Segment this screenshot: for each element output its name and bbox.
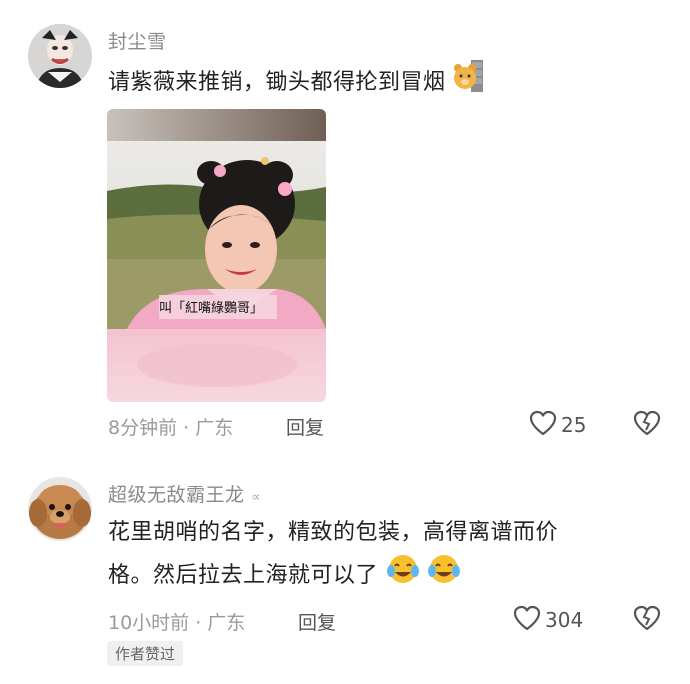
comment-text-content: 格。然后拉去上海就可以了 xyxy=(108,563,379,588)
dislike-button[interactable] xyxy=(633,410,661,440)
avatar[interactable] xyxy=(28,24,92,88)
like-button[interactable]: 304 xyxy=(513,605,583,635)
dislike-button[interactable] xyxy=(633,605,661,635)
heart-outline-icon xyxy=(513,605,541,635)
comment-text: 花里胡哨的名字，精致的包装，高得离谱而价 格。然后拉去上海就可以了 xyxy=(108,513,668,599)
crying-laughing-emoji-icon xyxy=(386,553,420,599)
heart-outline-icon xyxy=(529,410,557,440)
bear-emoji-icon xyxy=(453,60,484,106)
broken-heart-icon xyxy=(633,410,661,440)
avatar-image xyxy=(28,24,92,88)
reply-button[interactable]: 回复 xyxy=(298,608,336,635)
image-caption: 叫「紅嘴綠鸚哥」 xyxy=(159,301,264,316)
avatar[interactable] xyxy=(28,477,92,541)
comment-text-line: 花里胡哨的名字，精致的包装，高得离谱而价 xyxy=(108,520,559,545)
username[interactable]: 超级无敌霸王龙 ∝ xyxy=(108,480,261,507)
like-count: 304 xyxy=(545,608,584,632)
author-liked-badge: 作者赞过 xyxy=(107,641,184,666)
username-text: 超级无敌霸王龙 xyxy=(108,484,245,506)
like-button[interactable]: 25 xyxy=(529,410,586,440)
avatar-image xyxy=(28,477,92,541)
username-suffix: ∝ xyxy=(251,490,261,505)
comment-meta: 10小时前 · 广东 xyxy=(108,612,246,634)
username[interactable]: 封尘雪 xyxy=(108,27,167,54)
comment-photo xyxy=(107,109,326,402)
comment-text-content: 请紫薇来推销，锄头都得抡到冒烟 xyxy=(108,70,446,95)
comment-text-line-2: 格。然后拉去上海就可以了 xyxy=(108,553,668,599)
comment-text: 请紫薇来推销，锄头都得抡到冒烟 xyxy=(108,60,484,106)
comment-meta: 8分钟前 · 广东 xyxy=(108,417,234,439)
crying-laughing-emoji-icon xyxy=(427,553,461,599)
comment-image[interactable]: 叫「紅嘴綠鸚哥」 xyxy=(107,109,326,402)
broken-heart-icon xyxy=(633,605,661,635)
reply-button[interactable]: 回复 xyxy=(286,413,324,440)
like-count: 25 xyxy=(561,413,587,437)
